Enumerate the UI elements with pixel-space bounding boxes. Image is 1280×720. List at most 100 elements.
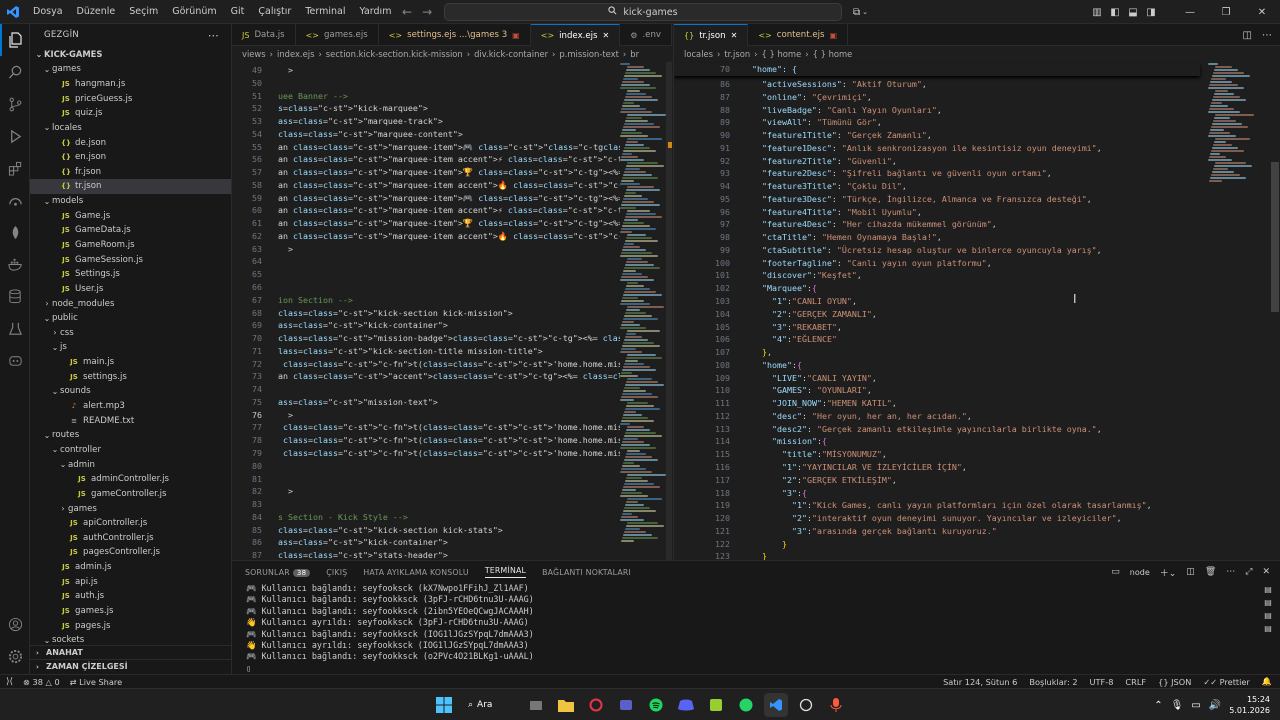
file-item[interactable]: JS games.js [30,604,231,619]
code-line[interactable]: 95 "feature3Desc": "Türkçe, İngilizce, A… [674,193,1280,206]
remote-explorer-icon[interactable] [0,184,30,216]
file-item[interactable]: JS GameData.js [30,223,231,238]
account-icon[interactable] [0,608,30,640]
panel-tab[interactable]: TERMİNAL [484,566,527,578]
breadcrumb-item[interactable]: index.ejs [277,49,314,59]
file-item[interactable]: {} en.json [30,150,231,165]
toggle-secondary-sidebar-icon[interactable]: ◨ [1142,7,1160,18]
copilot-icon[interactable]: ⧉ [853,7,860,18]
minimap-left[interactable] [620,62,666,560]
menu-help[interactable]: Yardım [352,0,398,24]
more-actions-icon[interactable]: ⋯ [1262,30,1272,41]
code-line[interactable]: 98 "ctaTitle": "Hemen Oynamaya Başla!", [674,231,1280,244]
code-line[interactable]: 81 [232,473,672,486]
minimap-right[interactable] [1208,62,1254,560]
file-item[interactable]: JS authController.js [30,531,231,546]
code-line[interactable]: 49 > [232,64,672,77]
file-item[interactable]: ♪ alert.mp3 [30,399,231,414]
file-item[interactable]: {} fr.json [30,164,231,179]
folder-item[interactable]: ⌄ js [30,340,231,355]
terminal-instance-icon[interactable]: ▤ [1262,585,1274,595]
code-line[interactable]: 102 "Marquee":{ [674,282,1280,295]
code-line[interactable]: 105 "3":"REKABET", [674,321,1280,334]
end-of-line[interactable]: CRLF [1125,677,1146,687]
file-item[interactable]: JS quiz.js [30,106,231,121]
chevron-up-icon[interactable]: ⌃ [1154,700,1162,711]
code-line[interactable]: 53 ass=class="c-st">"marquee-track"> [232,115,672,128]
code-line[interactable]: 93 "feature2Desc": "Şifreli bağlantı ve … [674,167,1280,180]
file-item[interactable]: {} de.json [30,135,231,150]
file-item[interactable]: JS pages.js [30,618,231,633]
code-line[interactable]: 58 an class=class="c-st">"marquee-item ac… [232,179,672,192]
breadcrumb-item[interactable]: p.mission-text [559,49,619,59]
file-item[interactable]: JS priceGuess.js [30,91,231,106]
code-line[interactable]: 92 "feature2Title": "Güvenli", [674,155,1280,168]
code-line[interactable]: 112 "desc": "Her oyun, her an, her acıda… [674,410,1280,423]
volume-icon[interactable]: 🔊 [1209,700,1221,711]
file-item[interactable]: JS hangman.js [30,77,231,92]
sticky-scroll-line[interactable]: 70 "home": { [674,63,1200,76]
file-item[interactable]: JS admin.js [30,560,231,575]
database-icon[interactable] [0,280,30,312]
code-line[interactable]: 63 > [232,243,672,256]
microphone-icon[interactable]: 🎙 [1171,700,1184,711]
code-line[interactable]: 116 "1":"YAYINCILAR VE İZLEYİCİLER İÇİN"… [674,461,1280,474]
chevron-down-icon[interactable]: ⌄ [862,8,868,16]
prettier-status[interactable]: ✓✓ Prettier [1203,677,1249,687]
breadcrumb-item[interactable]: div.kick-container [474,49,548,59]
code-line[interactable]: 90 "feature1Title": "Gerçek Zamanlı", [674,129,1280,142]
code-line[interactable]: 100 "footerTagline": "Canlı yayın oyun p… [674,257,1280,270]
remote-indicator-icon[interactable]: ⟩⟨ [6,677,13,687]
code-line[interactable]: 75 ass=class="c-st">"mission-text"> [232,396,672,409]
terminal-output[interactable]: 🎮 Kullanıcı bağlandı: seyfooksck (kX7Nwp… [246,583,1250,663]
code-line[interactable]: 115 "title":"MİSYONUMUZ", [674,448,1280,461]
file-item[interactable]: JS User.js [30,282,231,297]
terminal-shell-label[interactable]: node [1130,568,1150,577]
folder-item[interactable]: › node_modules [30,296,231,311]
vscode-taskbar-icon[interactable] [764,693,788,717]
code-line[interactable]: 82 > [232,485,672,498]
code-line[interactable]: 117 "2":"GERÇEK ETKİLEŞİM", [674,474,1280,487]
code-line[interactable]: 71 lass=class="c-st">"kick-section-title … [232,345,672,358]
code-line[interactable]: 67 ion Section --> [232,294,672,307]
code-line[interactable]: 83 [232,498,672,511]
menu-terminal[interactable]: Terminal [298,0,352,24]
code-line[interactable]: 74 [232,383,672,396]
new-terminal-icon[interactable]: ＋⌄ [1160,566,1177,579]
code-view-right[interactable]: 86 "activeSessions": "Aktif Oturum", 87 "… [674,78,1280,560]
code-line[interactable]: 55 an class=class="c-st">"marquee-item">🎮… [232,141,672,154]
folder-item[interactable]: ⌄ locales [30,121,231,136]
editor-tab[interactable]: ⚙ .env [620,24,672,46]
file-item[interactable]: JS Settings.js [30,267,231,282]
code-line[interactable]: 78 class=class="c-st">"c-fn">t(class=cla… [232,434,672,447]
more-actions-icon[interactable]: ⋯ [208,29,219,42]
breadcrumb-item[interactable]: tr.json [724,49,750,59]
code-line[interactable]: 85 class=class="c-st">"kick-section kick-… [232,524,672,537]
code-line[interactable]: 79 class=class="c-st">"c-fn">t(class=cla… [232,447,672,460]
code-line[interactable]: 121 "3":"arasında gerçek bağlantı kuruyo… [674,525,1280,538]
toggle-panel-icon[interactable]: ⬓ [1124,7,1142,18]
outline-section[interactable]: › ANAHAT [30,645,231,659]
split-terminal-icon[interactable]: ◫ [1186,567,1195,577]
code-line[interactable]: 123 } [674,550,1280,560]
folder-item[interactable]: ⌄ admin [30,457,231,472]
copilot-icon[interactable] [0,344,30,376]
code-line[interactable]: 68 class=class="c-st">"kick-section kick-… [232,307,672,320]
scrollbar-right[interactable] [1270,62,1280,560]
settings-gear-icon[interactable] [0,640,30,672]
folder-item[interactable]: › css [30,326,231,341]
breadcrumb-item[interactable]: views [242,49,266,59]
terminal-instance-icon[interactable]: ▤ [1262,611,1274,621]
code-line[interactable]: 70 class=class="c-st">"mission-badge">cla… [232,332,672,345]
timeline-section[interactable]: › ZAMAN ÇİZELGESİ [30,659,231,673]
run-debug-icon[interactable] [0,120,30,152]
code-line[interactable]: 72 class=class="c-st">"c-fn">t(class=cla… [232,358,672,371]
panel-tab[interactable]: HATA AYIKLAMA KONSOLU [363,568,468,577]
code-line[interactable]: 118 "3":{ [674,487,1280,500]
explorer-icon[interactable] [0,24,30,56]
bluestacks-icon[interactable] [704,693,728,717]
code-line[interactable]: 97 "feature4Desc": "Her cihazda mükemmel… [674,218,1280,231]
code-line[interactable]: 119 "1":"Kick Games, canlı yayın platfor… [674,499,1280,512]
code-line[interactable]: 110 "GAMES": "OYUNLARI", [674,384,1280,397]
terminal-instance-icon[interactable]: ▤ [1262,598,1274,608]
